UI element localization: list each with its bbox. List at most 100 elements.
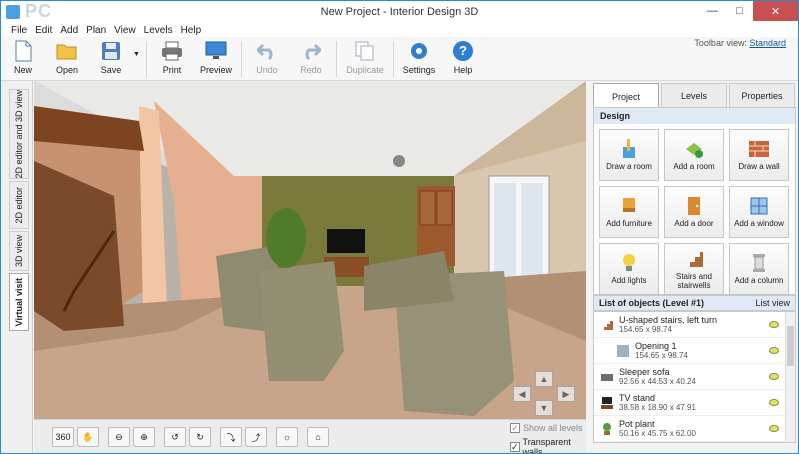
- menu-add[interactable]: Add: [60, 25, 78, 36]
- tab-project[interactable]: Project: [593, 83, 659, 109]
- 3d-scene-viewport[interactable]: ▲ ◀ ▶ ▼: [34, 81, 586, 419]
- rotate-360-button[interactable]: 360: [52, 427, 74, 447]
- redo-button[interactable]: Redo: [289, 37, 333, 81]
- add-lights-button[interactable]: Add lights: [599, 243, 659, 295]
- transparent-walls-checkbox[interactable]: ✓ Transparent walls: [510, 437, 586, 453]
- stairs-icon: [600, 318, 614, 332]
- toolbar-separator: [146, 41, 147, 77]
- scrollbar-thumb[interactable]: [787, 326, 794, 366]
- nav-left-arrow-icon[interactable]: ◀: [513, 386, 531, 402]
- settings-button[interactable]: Settings: [397, 37, 441, 81]
- list-item[interactable]: U-shaped stairs, left turn 154.65 x 98.74: [594, 312, 795, 338]
- draw-room-button[interactable]: Draw a room: [599, 129, 659, 181]
- tab-2d-editor-and-3d-view[interactable]: 2D editor and 3D view: [9, 89, 29, 179]
- tab-virtual-visit[interactable]: Virtual visit: [9, 273, 29, 331]
- duplicate-button[interactable]: Duplicate: [340, 37, 390, 81]
- add-door-button[interactable]: Add a door: [664, 186, 724, 238]
- pan-hand-icon[interactable]: ✋: [77, 427, 99, 447]
- design-title: Design: [594, 108, 795, 124]
- toolbar: New Open Save ▼ Print Preview Undo Redo: [1, 37, 798, 81]
- visibility-eye-icon[interactable]: [769, 373, 779, 380]
- window-title: New Project - Interior Design 3D: [320, 6, 479, 18]
- floppy-icon: [100, 40, 122, 62]
- minimize-button[interactable]: —: [699, 1, 726, 21]
- list-item[interactable]: Opening 1 154.65 x 98.74: [594, 338, 795, 364]
- turn-right-icon[interactable]: ↻: [189, 427, 211, 447]
- stairs-button[interactable]: Stairs and stairwells: [664, 243, 724, 295]
- list-item[interactable]: Pot plant 50.16 x 45.75 x 62.00: [594, 416, 795, 442]
- visibility-eye-icon[interactable]: [769, 321, 779, 328]
- add-room-button[interactable]: Add a room: [664, 129, 724, 181]
- list-item[interactable]: Sleeper sofa 92.56 x 44.53 x 40.24: [594, 364, 795, 390]
- menu-file[interactable]: File: [11, 25, 27, 36]
- nav-right-arrow-icon[interactable]: ▶: [557, 386, 575, 402]
- menu-bar: File Edit Add Plan View Levels Help: [1, 23, 798, 37]
- pencil-icon: [619, 139, 639, 159]
- help-label: Help: [453, 65, 473, 75]
- new-document-icon: [12, 40, 34, 62]
- nav-down-arrow-icon[interactable]: ▼: [535, 400, 553, 416]
- object-dims: 50.16 x 45.75 x 62.00: [619, 428, 696, 438]
- visibility-eye-icon[interactable]: [769, 347, 779, 354]
- duplicate-label: Duplicate: [346, 65, 384, 75]
- toolbar-view: Toolbar view: Standard: [694, 38, 786, 48]
- visibility-eye-icon[interactable]: [769, 425, 779, 432]
- save-dropdown-icon[interactable]: ▼: [133, 37, 143, 58]
- add-furniture-button[interactable]: Add furniture: [599, 186, 659, 238]
- tab-properties[interactable]: Properties: [729, 83, 795, 107]
- undo-button[interactable]: Undo: [245, 37, 289, 81]
- help-icon: ?: [452, 40, 474, 62]
- save-button[interactable]: Save: [89, 37, 133, 81]
- menu-view[interactable]: View: [114, 25, 136, 36]
- print-button[interactable]: Print: [150, 37, 194, 81]
- home-icon[interactable]: ⌂: [307, 427, 329, 447]
- svg-text:?: ?: [459, 43, 467, 58]
- app-window: PC New Project - Interior Design 3D — □ …: [0, 0, 799, 454]
- right-panel: Project Levels Properties Design Draw a …: [591, 81, 798, 453]
- object-name: U-shaped stairs, left turn: [619, 314, 718, 325]
- add-column-button[interactable]: Add a column: [729, 243, 789, 295]
- sofa-icon: [600, 370, 614, 384]
- object-dims: 38.58 x 18.90 x 47.91: [619, 402, 696, 412]
- add-window-button[interactable]: Add a window: [729, 186, 789, 238]
- title-bar: PC New Project - Interior Design 3D — □ …: [1, 1, 798, 23]
- preview-button[interactable]: Preview: [194, 37, 238, 81]
- nav-up-arrow-icon[interactable]: ▲: [535, 371, 553, 387]
- help-button[interactable]: ? Help: [441, 37, 485, 81]
- objects-title: List of objects (Level #1): [599, 298, 705, 308]
- show-all-levels-checkbox[interactable]: ✓ Show all levels: [510, 423, 583, 433]
- object-name: Pot plant: [619, 418, 655, 429]
- zoom-in-icon[interactable]: ⊕: [133, 427, 155, 447]
- zoom-out-icon[interactable]: ⊖: [108, 427, 130, 447]
- tab-3d-view[interactable]: 3D view: [9, 231, 29, 271]
- list-view-link[interactable]: List view: [755, 298, 790, 308]
- object-name: TV stand: [619, 392, 656, 403]
- object-name: Opening 1: [635, 340, 677, 351]
- visibility-eye-icon[interactable]: [769, 399, 779, 406]
- open-button[interactable]: Open: [45, 37, 89, 81]
- tilt-down-icon[interactable]: ⤵: [220, 427, 242, 447]
- toolbar-view-link[interactable]: Standard: [749, 38, 786, 48]
- list-item[interactable]: TV stand 38.58 x 18.90 x 47.91: [594, 390, 795, 416]
- close-button[interactable]: ✕: [753, 1, 798, 21]
- menu-edit[interactable]: Edit: [35, 25, 52, 36]
- draw-wall-button[interactable]: Draw a wall: [729, 129, 789, 181]
- new-button[interactable]: New: [1, 37, 45, 81]
- menu-plan[interactable]: Plan: [86, 25, 106, 36]
- left-view-tabs: 2D editor and 3D view 2D editor 3D view …: [1, 81, 33, 453]
- tab-2d-editor[interactable]: 2D editor: [9, 181, 29, 229]
- objects-header: List of objects (Level #1) List view: [593, 295, 796, 311]
- objects-scrollbar[interactable]: [785, 312, 795, 442]
- printer-icon: [161, 40, 183, 62]
- light-bulb-icon[interactable]: ☼: [276, 427, 298, 447]
- menu-levels[interactable]: Levels: [144, 25, 173, 36]
- maximize-button[interactable]: □: [726, 1, 753, 21]
- object-dims: 154.65 x 98.74: [619, 324, 672, 334]
- tilt-up-icon[interactable]: ⤴: [245, 427, 267, 447]
- checkbox-checked-icon: ✓: [510, 422, 520, 433]
- menu-help[interactable]: Help: [181, 25, 202, 36]
- turn-left-icon[interactable]: ↺: [164, 427, 186, 447]
- toolbar-separator: [336, 41, 337, 77]
- viewport-toolbar: 360 ✋ ⊖ ⊕ ↺ ↻ ⤵ ⤴ ☼ ⌂ ✓ Show all levels ✓…: [34, 419, 586, 453]
- tab-levels[interactable]: Levels: [661, 83, 727, 107]
